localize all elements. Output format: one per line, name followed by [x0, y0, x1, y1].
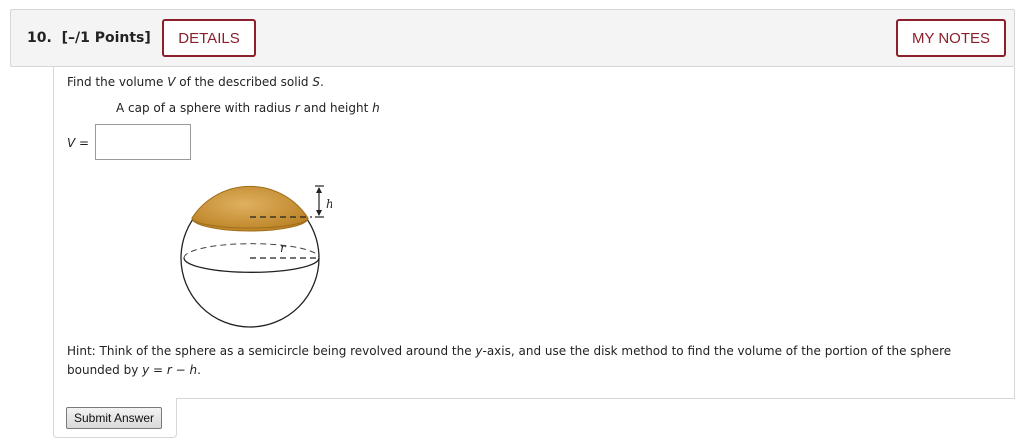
details-button[interactable]: DETAILS — [162, 19, 256, 57]
label-h: h — [326, 197, 332, 211]
prompt-text: Find the volume — [67, 75, 168, 89]
hint-line-1: Hint: Think of the sphere as a semicircl… — [67, 344, 951, 358]
answer-var: V — [67, 136, 76, 150]
question-label: 10. [–/1 Points] — [27, 30, 151, 46]
submit-answer-button[interactable]: Submit Answer — [66, 407, 162, 429]
prompt-end: . — [319, 75, 324, 89]
hint-end: . — [197, 363, 201, 377]
hint-text-post: -axis, and use the disk method to find t… — [482, 344, 952, 358]
equator-front — [183, 257, 320, 273]
problem-prompt: Find the volume V of the described solid… — [67, 75, 324, 89]
question-header: 10. [–/1 Points] DETAILS MY NOTES — [10, 9, 1015, 67]
question-number: 10. — [27, 30, 52, 46]
subtitle-text-mid: and height — [299, 101, 373, 115]
subtitle-var-h: h — [372, 101, 380, 115]
subtitle-text: A cap of a sphere with radius — [116, 101, 295, 115]
prompt-text-mid: of the described solid — [175, 75, 313, 89]
equator-back — [183, 243, 320, 259]
answer-label: V = — [67, 136, 89, 150]
height-arrow-head-up — [316, 187, 322, 193]
volume-answer-input[interactable] — [95, 124, 191, 160]
hint-var-y: y — [475, 344, 483, 358]
prompt-var-s: S — [312, 75, 320, 89]
my-notes-button[interactable]: MY NOTES — [896, 19, 1006, 57]
problem-subtitle: A cap of a sphere with radius r and heig… — [116, 101, 380, 115]
hint-equation: y = r − h — [142, 363, 198, 377]
answer-eq: = — [75, 136, 90, 150]
question-points: [–/1 Points] — [61, 30, 151, 46]
sphere-cap — [191, 185, 309, 232]
sphere-cap-figure: h r — [180, 185, 332, 328]
hint-line-2: bounded by y = r − h. — [67, 363, 201, 377]
height-arrow-head-down — [316, 210, 322, 216]
label-r: r — [280, 241, 287, 255]
hint-text: Hint: Think of the sphere as a semicircl… — [67, 344, 476, 358]
hint-text-2: bounded by — [67, 363, 143, 377]
